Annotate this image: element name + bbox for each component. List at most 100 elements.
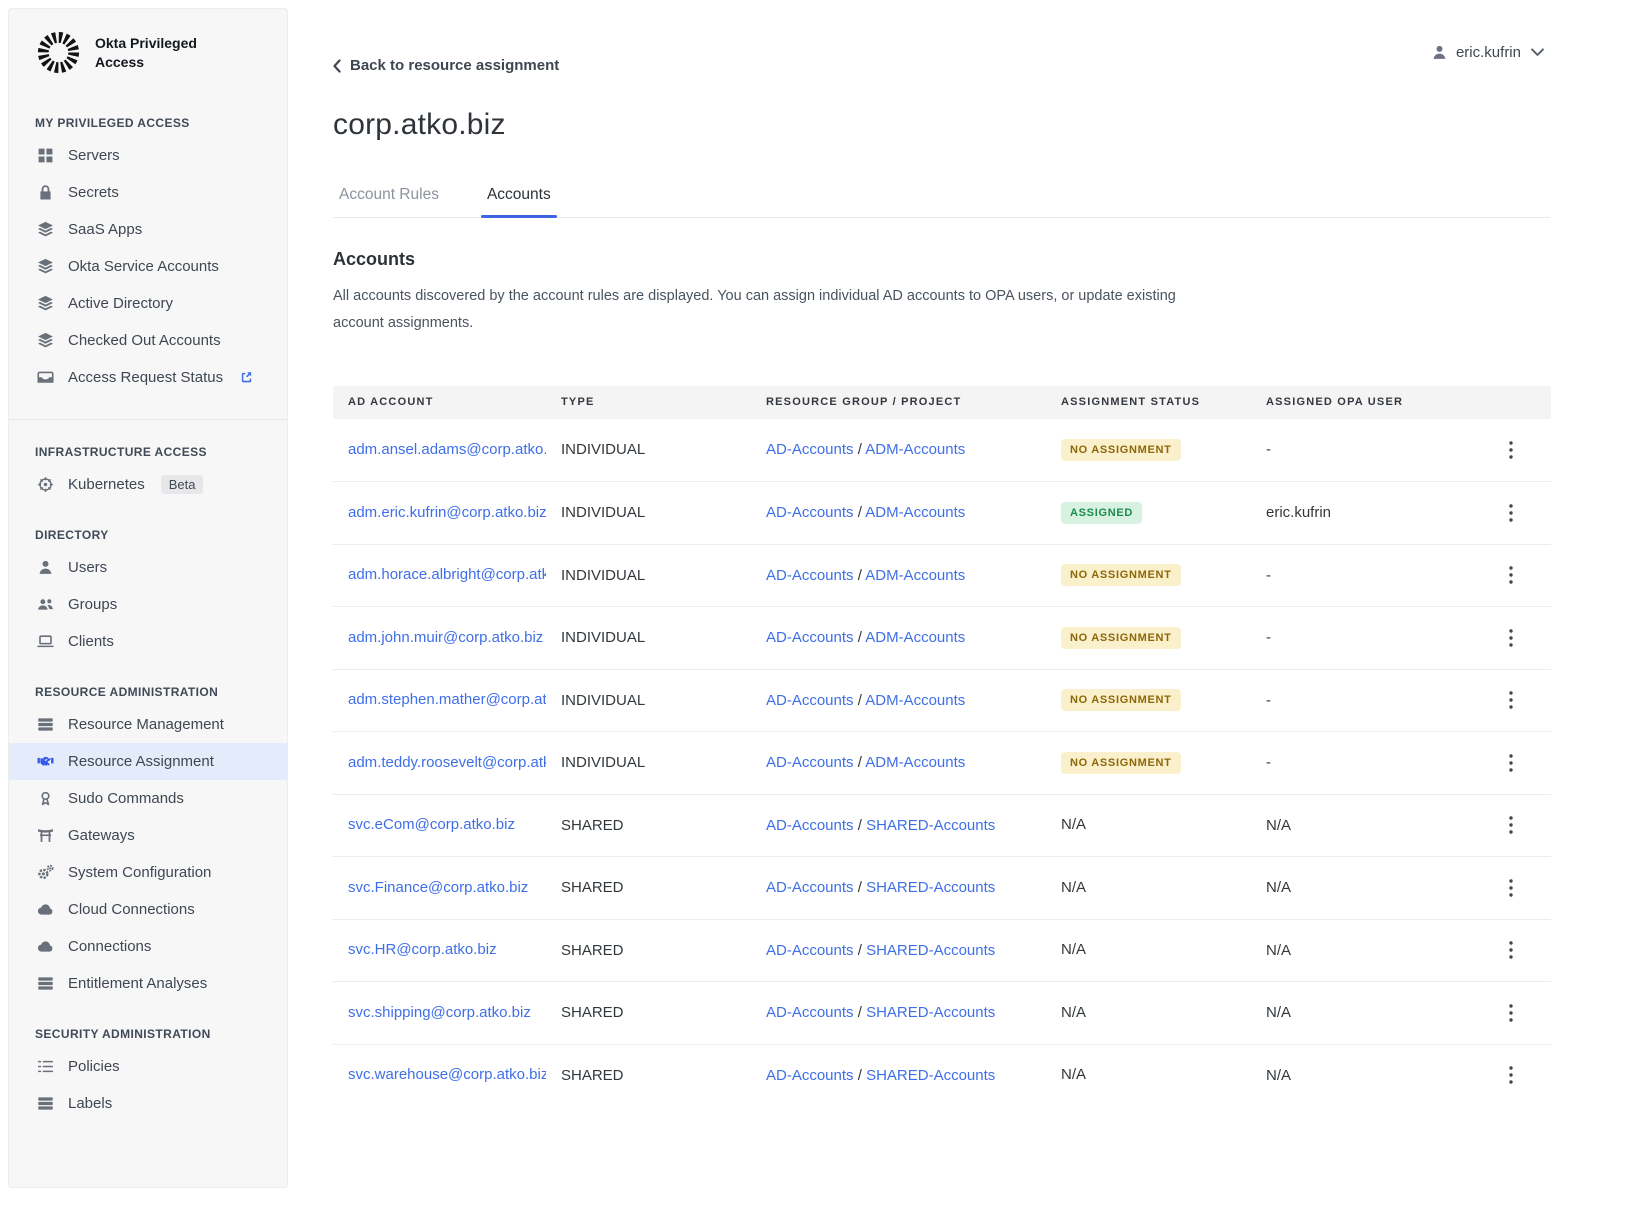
users-icon [37, 596, 54, 613]
sidebar-item-system-configuration[interactable]: System Configuration [9, 854, 287, 891]
nav-section: MY PRIVILEGED ACCESSServersSecretsSaaS A… [9, 116, 287, 396]
row-actions-kebab-icon[interactable] [1502, 627, 1520, 649]
link-separator: / [854, 567, 866, 584]
project-link[interactable]: SHARED-Accounts [866, 817, 995, 834]
ad-account-link[interactable]: adm.john.muir@corp.atko.biz [348, 629, 543, 646]
sidebar-item-secrets[interactable]: Secrets [9, 174, 287, 211]
sidebar-item-saas-apps[interactable]: SaaS Apps [9, 211, 287, 248]
sidebar-item-entitlement-analyses[interactable]: Entitlement Analyses [9, 965, 287, 1002]
resource-group-link[interactable]: AD-Accounts [766, 817, 854, 834]
sidebar-item-resource-management[interactable]: Resource Management [9, 706, 287, 743]
sidebar-item-connections[interactable]: Connections [9, 928, 287, 965]
cell-resource-group: AD-Accounts / SHARED-Accounts [766, 879, 1061, 896]
cell-ad-account: adm.stephen.mather@corp.atko.biz [348, 691, 546, 709]
back-link[interactable]: Back to resource assignment [333, 57, 1550, 74]
resource-group-link[interactable]: AD-Accounts [766, 504, 854, 521]
sidebar-item-servers[interactable]: Servers [9, 137, 287, 174]
cell-type: INDIVIDUAL [561, 441, 766, 458]
resource-group-link[interactable]: AD-Accounts [766, 879, 854, 896]
row-actions-kebab-icon[interactable] [1502, 439, 1520, 461]
cell-assignment-status: N/A [1061, 879, 1266, 897]
sidebar-item-active-directory[interactable]: Active Directory [9, 285, 287, 322]
grid-icon [37, 147, 54, 164]
status-text: N/A [1061, 816, 1086, 833]
ad-account-link[interactable]: svc.HR@corp.atko.biz [348, 941, 497, 958]
accounts-section-title: Accounts [333, 249, 1550, 270]
tab-account-rules[interactable]: Account Rules [333, 186, 445, 217]
cell-resource-group: AD-Accounts / ADM-Accounts [766, 629, 1061, 646]
sidebar-item-gateways[interactable]: Gateways [9, 817, 287, 854]
resource-group-link[interactable]: AD-Accounts [766, 441, 854, 458]
cell-ad-account: svc.HR@corp.atko.biz [348, 941, 546, 959]
row-actions-kebab-icon[interactable] [1502, 939, 1520, 961]
sidebar-item-okta-service-accounts[interactable]: Okta Service Accounts [9, 248, 287, 285]
row-actions-kebab-icon[interactable] [1502, 564, 1520, 586]
sidebar-item-label: Sudo Commands [68, 790, 184, 807]
project-link[interactable]: ADM-Accounts [865, 567, 965, 584]
resource-group-link[interactable]: AD-Accounts [766, 567, 854, 584]
project-link[interactable]: SHARED-Accounts [866, 1004, 995, 1021]
sidebar-item-resource-assignment[interactable]: Resource Assignment [9, 743, 287, 780]
cell-assigned-opa-user: N/A [1266, 879, 1471, 896]
row-actions-kebab-icon[interactable] [1502, 814, 1520, 836]
row-actions-kebab-icon[interactable] [1502, 689, 1520, 711]
project-link[interactable]: ADM-Accounts [865, 754, 965, 771]
project-link[interactable]: SHARED-Accounts [866, 879, 995, 896]
row-actions-kebab-icon[interactable] [1502, 1064, 1520, 1086]
nav-section: SECURITY ADMINISTRATIONPoliciesLabels [9, 1027, 287, 1122]
resource-group-link[interactable]: AD-Accounts [766, 692, 854, 709]
sidebar-item-sudo-commands[interactable]: Sudo Commands [9, 780, 287, 817]
ad-account-link[interactable]: svc.eCom@corp.atko.biz [348, 816, 515, 833]
project-link[interactable]: SHARED-Accounts [866, 942, 995, 959]
brand: Okta Privileged Access [9, 9, 287, 76]
sidebar-item-label: Cloud Connections [68, 901, 195, 918]
sidebar-item-checked-out-accounts[interactable]: Checked Out Accounts [9, 322, 287, 359]
row-actions-kebab-icon[interactable] [1502, 877, 1520, 899]
cell-resource-group: AD-Accounts / ADM-Accounts [766, 441, 1061, 458]
ad-account-link[interactable]: adm.horace.albright@corp.atko.biz [348, 566, 546, 583]
project-link[interactable]: SHARED-Accounts [866, 1067, 995, 1084]
link-separator: / [854, 817, 867, 834]
resource-group-link[interactable]: AD-Accounts [766, 754, 854, 771]
resource-group-link[interactable]: AD-Accounts [766, 1067, 854, 1084]
row-actions-kebab-icon[interactable] [1502, 1002, 1520, 1024]
stack-icon [37, 716, 54, 733]
sidebar: Okta Privileged Access MY PRIVILEGED ACC… [8, 8, 288, 1188]
table-row: svc.Finance@corp.atko.bizSHAREDAD-Accoun… [333, 856, 1551, 919]
cell-ad-account: svc.eCom@corp.atko.biz [348, 816, 546, 834]
ad-account-link[interactable]: svc.shipping@corp.atko.biz [348, 1004, 531, 1021]
ad-account-link[interactable]: adm.eric.kufrin@corp.atko.biz [348, 504, 546, 521]
resource-group-link[interactable]: AD-Accounts [766, 942, 854, 959]
ad-account-link[interactable]: svc.Finance@corp.atko.biz [348, 879, 528, 896]
resource-group-link[interactable]: AD-Accounts [766, 1004, 854, 1021]
sidebar-item-cloud-connections[interactable]: Cloud Connections [9, 891, 287, 928]
page-title: corp.atko.biz [333, 108, 1550, 142]
project-link[interactable]: ADM-Accounts [865, 504, 965, 521]
ad-account-link[interactable]: adm.stephen.mather@corp.atko.biz [348, 691, 546, 708]
tab-accounts[interactable]: Accounts [481, 186, 557, 217]
project-link[interactable]: ADM-Accounts [865, 629, 965, 646]
project-link[interactable]: ADM-Accounts [865, 692, 965, 709]
table-body: adm.ansel.adams@corp.atko.bizINDIVIDUALA… [333, 419, 1551, 1107]
ad-account-link[interactable]: adm.teddy.roosevelt@corp.atko.biz [348, 754, 546, 771]
sidebar-item-labels[interactable]: Labels [9, 1085, 287, 1122]
sidebar-item-access-request-status[interactable]: Access Request Status [9, 359, 287, 396]
cell-resource-group: AD-Accounts / ADM-Accounts [766, 754, 1061, 771]
row-actions-kebab-icon[interactable] [1502, 752, 1520, 774]
sidebar-item-groups[interactable]: Groups [9, 586, 287, 623]
cell-type: INDIVIDUAL [561, 567, 766, 584]
stack-icon [37, 975, 54, 992]
ad-account-link[interactable]: svc.warehouse@corp.atko.biz [348, 1066, 546, 1083]
resource-group-link[interactable]: AD-Accounts [766, 629, 854, 646]
accounts-section-description: All accounts discovered by the account r… [333, 283, 1198, 337]
sidebar-item-users[interactable]: Users [9, 549, 287, 586]
row-actions-kebab-icon[interactable] [1502, 502, 1520, 524]
project-link[interactable]: ADM-Accounts [865, 441, 965, 458]
ad-account-link[interactable]: adm.ansel.adams@corp.atko.biz [348, 441, 546, 458]
sidebar-item-clients[interactable]: Clients [9, 623, 287, 660]
sidebar-item-policies[interactable]: Policies [9, 1048, 287, 1085]
tab-bar: Account Rules Accounts [333, 186, 1550, 218]
cell-assigned-opa-user: - [1266, 567, 1471, 584]
sidebar-divider [9, 419, 287, 420]
sidebar-item-kubernetes[interactable]: KubernetesBeta [9, 466, 287, 503]
